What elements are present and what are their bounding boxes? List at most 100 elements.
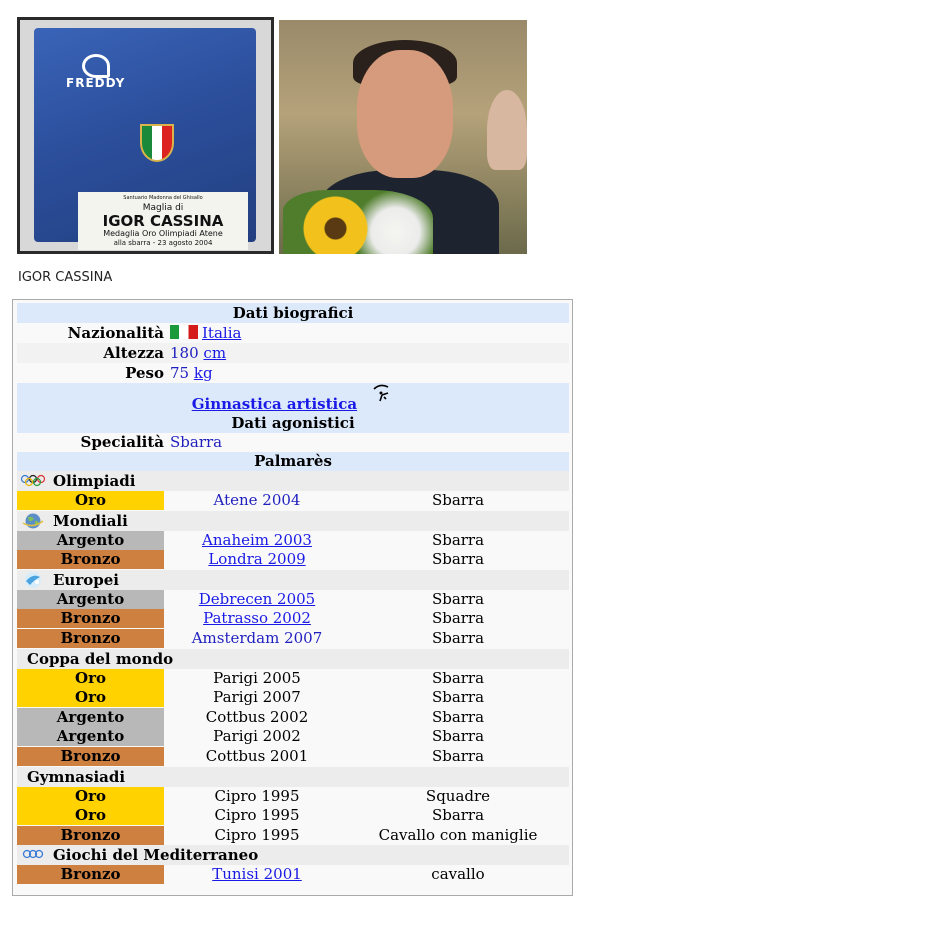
jersey-photo: FREDDY Santuario Madonna del Ghisallo Ma…: [17, 17, 274, 254]
flower-bouquet: [283, 190, 433, 254]
globe-icon: [20, 512, 46, 529]
medal-discipline: Cavallo con maniglie: [378, 825, 538, 844]
height-unit-link[interactable]: cm: [203, 344, 226, 362]
portrait-photo: [279, 20, 527, 254]
medal-gold: Oro: [17, 491, 164, 510]
framed-jersey: FREDDY Santuario Madonna del Ghisallo Ma…: [34, 28, 256, 250]
medal-row: Argento Debrecen 2005 Sbarra: [17, 589, 569, 610]
gymnast-icon: [373, 384, 389, 402]
medal-row: Oro Parigi 2007 Sbarra: [17, 688, 569, 708]
olympic-rings-icon: [20, 472, 46, 488]
medal-row: Argento Cottbus 2002 Sbarra: [17, 707, 569, 728]
medal-row: Bronzo Londra 2009 Sbarra: [17, 550, 569, 570]
medal-event: Parigi 2005: [213, 668, 301, 687]
medal-bronze: Bronzo: [17, 825, 164, 845]
weight-value: 75 kg: [170, 363, 213, 383]
medal-bronze: Bronzo: [17, 550, 164, 570]
plaque-line: Medaglia Oro Olimpiadi Atene: [103, 229, 223, 238]
specialty-row: Specialità Sbarra: [17, 433, 569, 452]
plaque-line: Santuario Madonna del Ghisallo: [123, 195, 203, 201]
section-title: Giochi del Mediterraneo: [53, 846, 259, 865]
specialty-value: Sbarra: [170, 433, 223, 451]
medal-discipline: Sbarra: [431, 727, 485, 746]
agon-header: Dati agonistici: [17, 413, 569, 433]
sport-header: Ginnastica artistica: [17, 383, 569, 413]
medal-event[interactable]: Anaheim 2003: [167, 531, 347, 550]
medal-row: Oro Atene 2004 Sbarra: [17, 491, 569, 511]
medal-event[interactable]: Tunisi 2001: [167, 865, 347, 884]
weight-row: Peso 75 kg: [17, 363, 569, 383]
medal-discipline: Sbarra: [431, 707, 485, 726]
medal-bronze: Bronzo: [17, 747, 164, 766]
medal-discipline: Sbarra: [431, 806, 485, 825]
section-header-3: Coppa del mondo: [17, 648, 569, 669]
sport-link[interactable]: Ginnastica artistica: [192, 395, 357, 413]
medal-gold: Oro: [17, 688, 164, 708]
medal-row: Oro Cipro 1995 Squadre: [17, 786, 569, 807]
jersey-brand: FREDDY: [66, 76, 126, 90]
bio-header: Dati biografici: [17, 303, 569, 323]
medal-event: Cipro 1995: [214, 806, 300, 825]
nationality-value: Italia: [170, 323, 241, 343]
medal-event[interactable]: Londra 2009: [167, 550, 347, 569]
medal-gold: Oro: [17, 806, 164, 826]
medal-event[interactable]: Patrasso 2002: [167, 609, 347, 628]
plaque-line: IGOR CASSINA: [102, 212, 224, 230]
height-value: 180 cm: [170, 343, 226, 363]
height-number: 180: [170, 344, 199, 362]
nationality-label: Nazionalità: [67, 324, 164, 342]
medal-discipline: cavallo: [431, 865, 485, 884]
medal-row: Bronzo Cipro 1995 Cavallo con maniglie: [17, 825, 569, 846]
section-title: Coppa del mondo: [27, 649, 174, 668]
height-row: Altezza 180 cm: [17, 343, 569, 363]
medal-row: Argento Anaheim 2003 Sbarra: [17, 530, 569, 551]
palmares-header: Palmarès: [17, 452, 569, 471]
section-title: Mondiali: [53, 511, 128, 530]
plaque-line: alla sbarra - 23 agosto 2004: [113, 239, 213, 247]
medal-event: Cottbus 2001: [205, 747, 309, 765]
section-header-5: Giochi del Mediterraneo: [17, 845, 569, 866]
athlete-face: [357, 50, 453, 178]
height-label: Altezza: [103, 344, 164, 362]
medal-discipline: Sbarra: [431, 491, 485, 509]
medal-discipline: Sbarra: [431, 530, 485, 549]
medal-silver: Argento: [17, 589, 164, 609]
medal-event[interactable]: Debrecen 2005: [167, 590, 347, 609]
medal-row: Oro Parigi 2005 Sbarra: [17, 668, 569, 689]
photo-caption: IGOR CASSINA: [18, 270, 113, 285]
weight-label: Peso: [125, 364, 164, 382]
medal-bronze: Bronzo: [17, 865, 164, 885]
medal-discipline: Sbarra: [431, 668, 485, 687]
medal-row: Bronzo Amsterdam 2007 Sbarra: [17, 629, 569, 649]
section-title: Europei: [53, 570, 119, 589]
medal-discipline: Sbarra: [431, 629, 485, 647]
infobox: Dati biografici Nazionalità Italia Altez…: [12, 299, 573, 896]
medal-event: Parigi 2007: [213, 688, 301, 707]
weight-number: 75: [170, 364, 190, 382]
medal-discipline: Sbarra: [431, 550, 485, 569]
weight-unit-link[interactable]: kg: [194, 364, 213, 382]
medal-gold: Oro: [17, 668, 164, 688]
medal-bronze: Bronzo: [17, 629, 164, 648]
medal-row: Bronzo Tunisi 2001 cavallo: [17, 865, 569, 885]
nationality-link[interactable]: Italia: [202, 324, 241, 342]
jersey-plaque: Santuario Madonna del Ghisallo Maglia di…: [78, 192, 248, 250]
section-title: Gymnasiadi: [27, 767, 126, 786]
medal-silver: Argento: [17, 530, 164, 550]
medal-event: Cipro 1995: [214, 786, 300, 805]
section-title: Olimpiadi: [53, 472, 136, 490]
medal-event: Parigi 2002: [213, 727, 301, 746]
specialty-label: Specialità: [80, 433, 164, 451]
medal-row: Argento Parigi 2002 Sbarra: [17, 727, 569, 747]
background-person: [487, 90, 527, 170]
medal-row: Bronzo Cottbus 2001 Sbarra: [17, 747, 569, 767]
mediterranean-games-icon: [20, 846, 46, 862]
medal-event: Cottbus 2002: [205, 707, 309, 726]
section-header-2: Europei: [17, 569, 569, 590]
italy-shield-icon: [140, 124, 174, 162]
medal-discipline: Sbarra: [431, 609, 485, 628]
medal-discipline: Sbarra: [431, 589, 485, 608]
section-header-4: Gymnasiadi: [17, 766, 569, 787]
medal-discipline: Squadre: [425, 786, 491, 805]
europe-icon: [20, 571, 46, 588]
